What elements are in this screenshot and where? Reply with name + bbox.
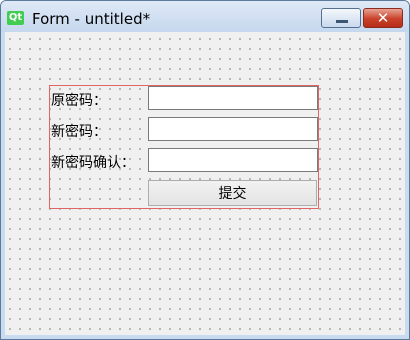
old-password-label: 原密码： — [51, 93, 107, 109]
designer-window: Qt Form - untitled* ✕ 原密码： 新密码： 新密码确认： 提… — [0, 0, 410, 340]
new-password-input[interactable] — [148, 117, 318, 141]
new-password-label: 新密码： — [51, 124, 107, 140]
minimize-button[interactable] — [321, 8, 361, 28]
submit-button[interactable]: 提交 — [148, 180, 317, 206]
confirm-password-label: 新密码确认： — [51, 155, 135, 171]
confirm-password-input[interactable] — [148, 148, 318, 172]
old-password-input[interactable] — [148, 86, 318, 110]
close-button[interactable]: ✕ — [363, 8, 403, 28]
title-bar[interactable]: Qt Form - untitled* ✕ — [1, 1, 409, 32]
window-bottom-border — [1, 335, 409, 339]
window-title: Form - untitled* — [32, 10, 151, 28]
qt-logo-icon: Qt — [7, 11, 24, 25]
